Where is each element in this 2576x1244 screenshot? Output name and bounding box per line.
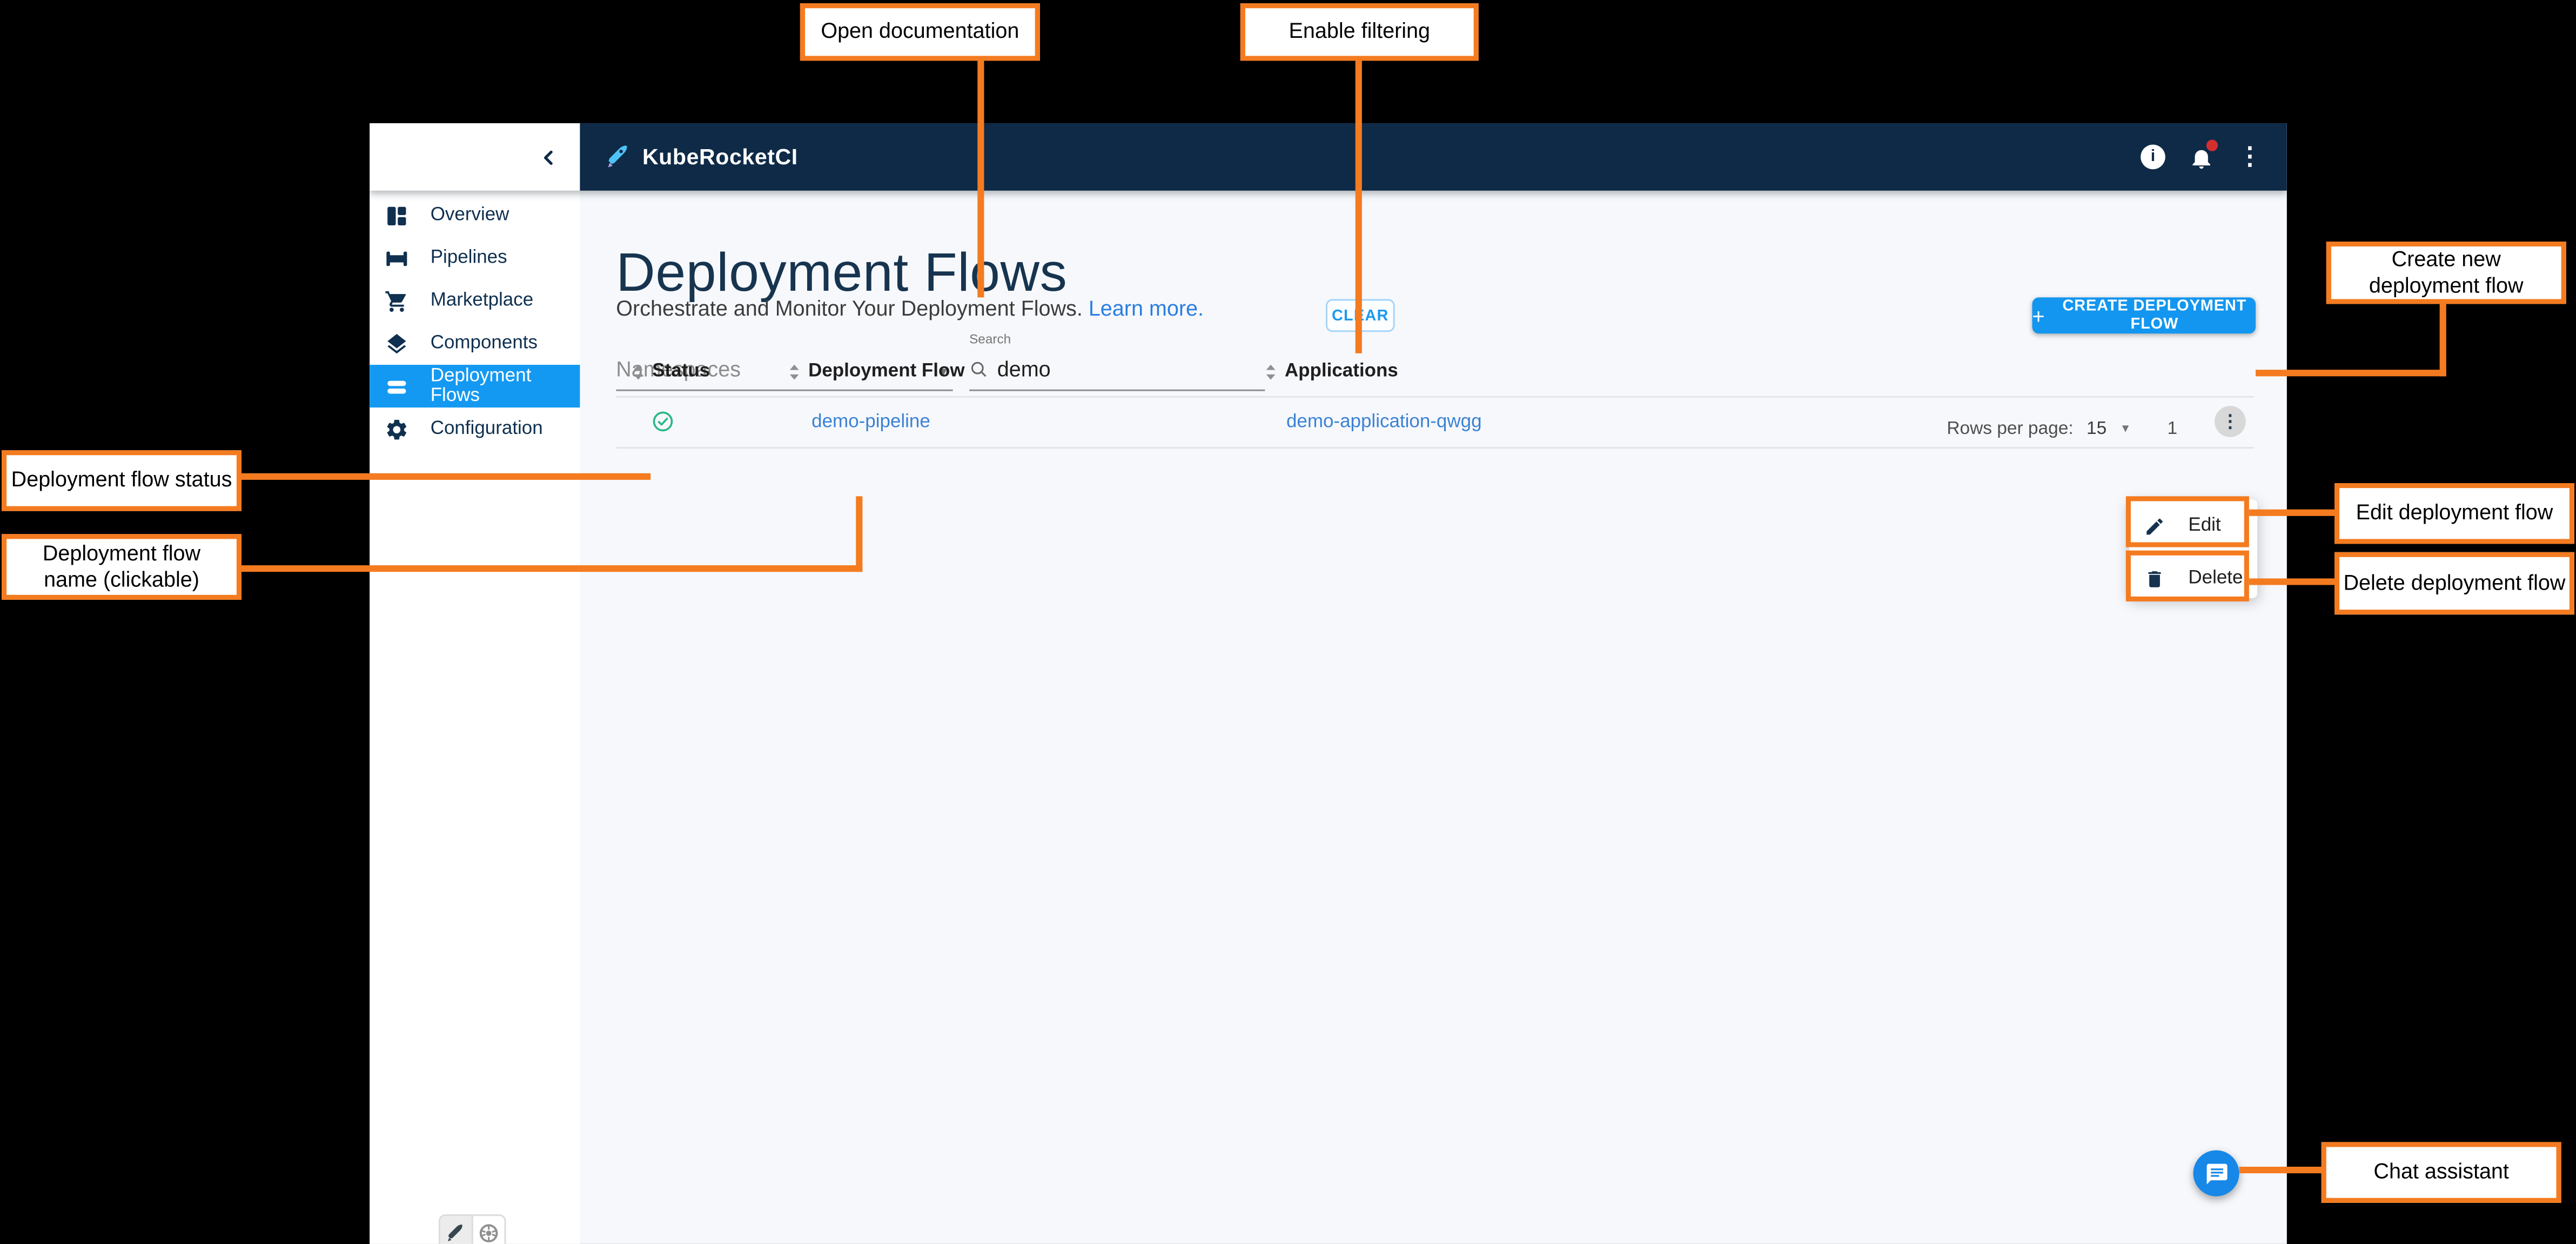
create-deployment-flow-button[interactable]: + CREATE DEPLOYMENT FLOW	[2032, 297, 2256, 333]
sort-icon	[789, 362, 800, 380]
connector-create-new-flow-v	[2440, 304, 2446, 377]
connector-chat-assistant	[2239, 1167, 2322, 1173]
annotation-create-new-flow: Create new deployment flow	[2326, 242, 2566, 304]
sidebar-item-label: Configuration	[431, 419, 543, 438]
sort-icon	[1265, 362, 1276, 380]
notifications-button[interactable]	[2188, 144, 2215, 170]
annotation-chat-assistant: Chat assistant	[2322, 1142, 2561, 1203]
sidebar: Overview Pipelines Marketplace Component…	[370, 191, 580, 1244]
plus-icon: +	[2032, 303, 2045, 328]
sidebar-item-components[interactable]: Components	[370, 322, 580, 365]
annotation-enable-filtering: Enable filtering	[1240, 3, 1479, 61]
connector-flow-name-v	[856, 496, 862, 572]
sidebar-item-overview[interactable]: Overview	[370, 194, 580, 237]
highlight-edit-menu-item	[2126, 496, 2249, 547]
column-header-status[interactable]: Status	[633, 360, 710, 383]
main-content: Deployment Flows Orchestrate and Monitor…	[580, 191, 2286, 1244]
search-label: Search	[969, 332, 1011, 346]
sidebar-item-deployment-flows[interactable]: Deployment Flows	[370, 365, 580, 407]
sidebar-item-label: Components	[431, 333, 538, 353]
stage: KubeRocketCI i ⋮ Overview	[0, 0, 2576, 1244]
chat-assistant-button[interactable]	[2193, 1151, 2239, 1196]
row-actions-button[interactable]: ⋮	[2215, 406, 2246, 437]
column-header-deployment-flow[interactable]: Deployment Flow	[789, 360, 965, 383]
rocket-toggle-button[interactable]	[440, 1216, 472, 1244]
info-icon[interactable]: i	[2141, 145, 2165, 170]
sidebar-item-label: Pipelines	[431, 248, 507, 267]
table-divider	[616, 447, 2254, 449]
layers-icon	[385, 331, 410, 356]
deployment-flows-icon	[385, 374, 410, 399]
sidebar-item-pipelines[interactable]: Pipelines	[370, 237, 580, 279]
chevron-left-icon	[539, 147, 558, 166]
rows-per-page-label: Rows per page:	[1947, 419, 2073, 438]
sidebar-item-label: Marketplace	[431, 291, 533, 310]
annotation-open-documentation: Open documentation	[800, 3, 1040, 61]
rocket-icon	[445, 1222, 466, 1243]
connector-open-documentation	[977, 61, 984, 298]
annotation-flow-name: Deployment flow name (clickable)	[2, 534, 242, 600]
topbar: KubeRocketCI i ⋮	[370, 123, 2287, 191]
annotation-edit-flow: Edit deployment flow	[2335, 483, 2574, 544]
annotation-delete-flow: Delete deployment flow	[2335, 552, 2574, 615]
pagination-range: 1	[2168, 419, 2178, 438]
table-divider	[616, 396, 2254, 398]
sidebar-item-marketplace[interactable]: Marketplace	[370, 279, 580, 322]
annotation-flow-status: Deployment flow status	[2, 450, 242, 511]
page-title: Deployment Flows	[616, 242, 1067, 304]
deployment-flow-link[interactable]: demo-pipeline	[811, 412, 930, 432]
connector-enable-filtering	[1356, 61, 1362, 353]
applications-link[interactable]: demo-application-qwgg	[1286, 412, 1482, 432]
page-subtitle: Orchestrate and Monitor Your Deployment …	[616, 296, 1204, 320]
app-header: KubeRocketCI i ⋮	[580, 123, 2286, 191]
column-header-applications[interactable]: Applications	[1265, 360, 1398, 383]
sidebar-header	[370, 123, 580, 191]
connector-delete-flow	[2249, 578, 2335, 585]
highlight-delete-menu-item	[2126, 551, 2249, 601]
rocket-logo-icon	[605, 143, 633, 171]
notification-badge	[2206, 139, 2218, 150]
header-menu-button[interactable]: ⋮	[2238, 145, 2263, 170]
sidebar-item-label: Overview	[431, 205, 509, 225]
sort-icon	[633, 362, 644, 380]
app-title: KubeRocketCI	[642, 145, 798, 170]
rows-per-page-select[interactable]: 15	[2087, 419, 2107, 438]
chevron-down-icon: ▼	[2120, 423, 2131, 434]
dashboard-icon	[385, 203, 410, 228]
connector-edit-flow	[2249, 510, 2335, 516]
search-value: demo	[997, 357, 1051, 382]
connector-flow-name-h	[242, 565, 862, 572]
collapse-sidebar-button[interactable]	[539, 147, 558, 166]
search-icon	[969, 359, 989, 378]
connector-flow-status	[242, 473, 650, 480]
chat-bubble-icon	[2204, 1161, 2229, 1186]
pipelines-icon	[385, 246, 410, 271]
app-window: KubeRocketCI i ⋮ Overview	[370, 123, 2287, 1244]
kubernetes-toggle-button[interactable]	[472, 1216, 504, 1244]
pagination: Rows per page: 15 ▼ 1	[1947, 419, 2177, 438]
status-success-icon	[652, 411, 674, 440]
connector-create-new-flow-h	[2256, 370, 2446, 376]
gear-icon	[385, 417, 410, 442]
kubernetes-wheel-icon	[478, 1222, 499, 1243]
cart-icon	[385, 289, 410, 313]
cluster-toggle	[439, 1214, 506, 1244]
learn-more-link[interactable]: Learn more.	[1089, 296, 1204, 320]
sidebar-item-configuration[interactable]: Configuration	[370, 407, 580, 450]
search-input[interactable]: Search demo	[969, 325, 1265, 391]
sidebar-item-label: Deployment Flows	[431, 366, 580, 406]
